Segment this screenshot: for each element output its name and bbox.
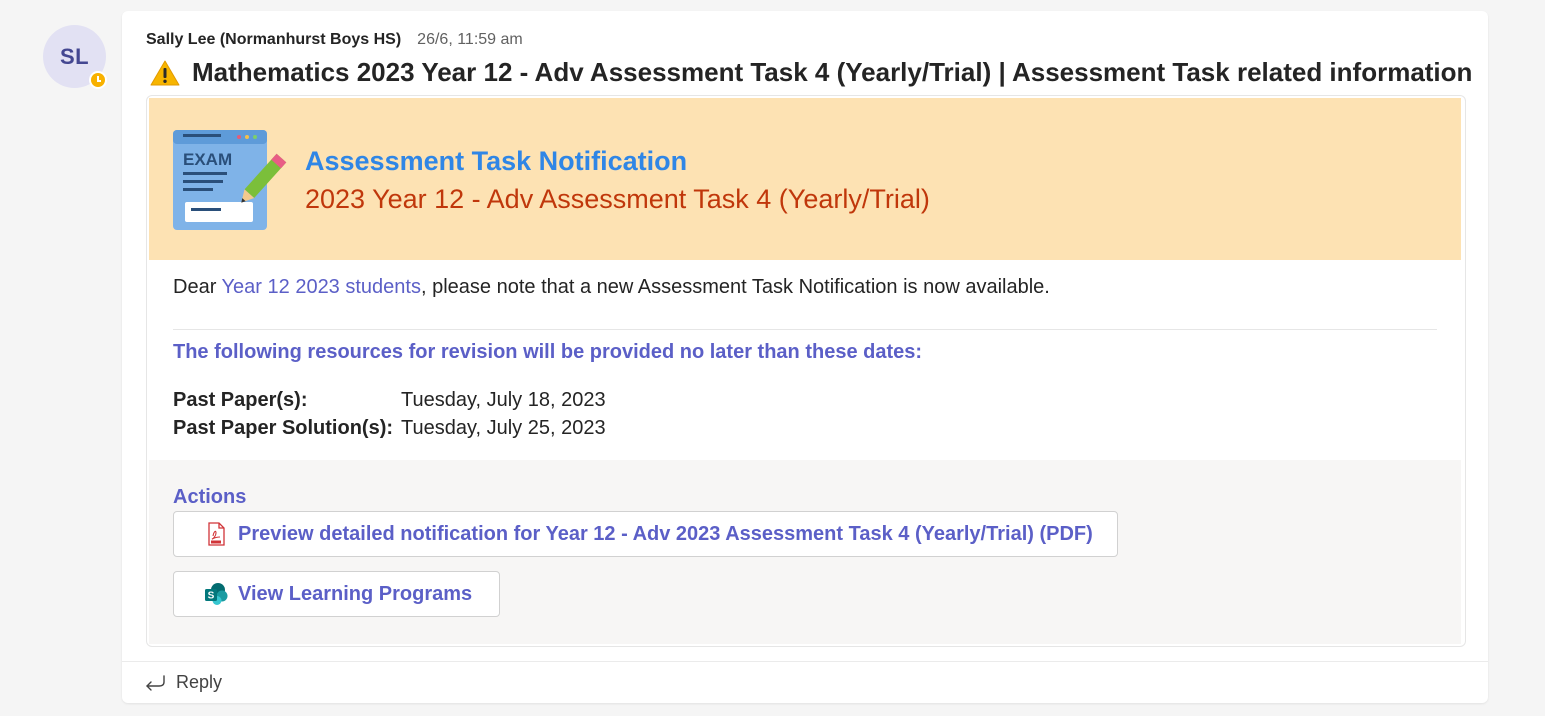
date-row: Past Paper(s): Tuesday, July 18, 2023 [173, 386, 606, 414]
mention-link[interactable]: Year 12 2023 students [222, 276, 421, 298]
svg-text:S: S [208, 591, 215, 602]
exam-icon-label: EXAM [183, 150, 232, 169]
avatar-initials: SL [59, 43, 90, 69]
author-name[interactable]: Sally Lee (Normanhurst Boys HS) [146, 31, 401, 49]
subject-text: Mathematics 2023 Year 12 - Adv Assessmen… [192, 57, 1473, 87]
adaptive-card: EXAM Assessment Task Notification 2023 Y… [146, 95, 1466, 647]
reply-button[interactable]: Reply [122, 661, 1488, 703]
date-row: Past Paper Solution(s): Tuesday, July 25… [173, 414, 606, 442]
date-value: Tuesday, July 25, 2023 [401, 416, 606, 439]
actions-section: Actions Preview detailed notification fo… [149, 460, 1461, 644]
message-timestamp: 26/6, 11:59 am [417, 31, 523, 48]
card-body: Dear Year 12 2023 students, please note … [173, 276, 1437, 439]
date-label: Past Paper Solution(s): [173, 416, 394, 439]
exam-icon: EXAM [173, 130, 287, 230]
divider [173, 329, 1437, 330]
view-learning-programs-label: View Learning Programs [238, 582, 473, 605]
warning-icon [150, 60, 180, 85]
reply-label: Reply [176, 672, 223, 692]
preview-notification-button[interactable]: Preview detailed notification for Year 1… [173, 511, 1118, 557]
resources-heading: The following resources for revision wil… [173, 341, 923, 363]
actions-heading: Actions [173, 486, 247, 508]
sharepoint-icon: S [205, 583, 228, 605]
pdf-icon [208, 522, 225, 546]
view-learning-programs-button[interactable]: S View Learning Programs [173, 571, 500, 617]
date-label: Past Paper(s): [173, 388, 308, 411]
message-card: Sally Lee (Normanhurst Boys HS) 26/6, 11… [122, 11, 1488, 703]
intro-suffix: , please note that a new Assessment Task… [420, 276, 1050, 298]
message-header: Sally Lee (Normanhurst Boys HS) 26/6, 11… [146, 31, 523, 49]
dates-table: Past Paper(s): Tuesday, July 18, 2023 Pa… [173, 386, 606, 442]
intro-text: Dear Year 12 2023 students, please note … [173, 276, 1437, 299]
presence-away-icon [89, 71, 107, 89]
banner-title: Assessment Task Notification [305, 146, 688, 176]
intro-prefix: Dear [173, 276, 222, 298]
date-value: Tuesday, July 18, 2023 [401, 388, 606, 411]
notification-banner: EXAM Assessment Task Notification 2023 Y… [149, 98, 1461, 260]
preview-notification-label: Preview detailed notification for Year 1… [238, 522, 1093, 545]
message-subject: Mathematics 2023 Year 12 - Adv Assessmen… [150, 57, 1472, 88]
banner-subtitle: 2023 Year 12 - Adv Assessment Task 4 (Ye… [305, 184, 930, 214]
reply-icon [146, 674, 165, 691]
